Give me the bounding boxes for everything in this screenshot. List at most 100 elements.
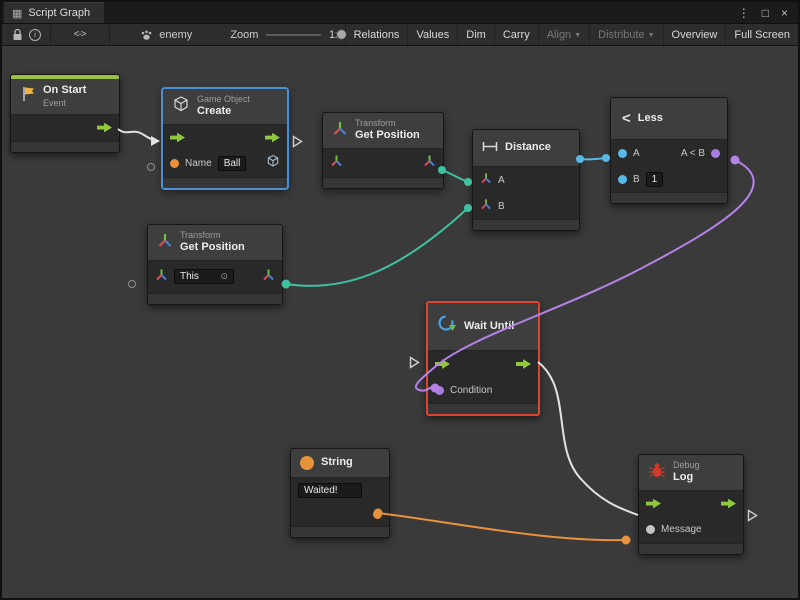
fit-view-icon[interactable]: <-> — [71, 25, 89, 45]
position-output-port[interactable] — [423, 154, 436, 172]
carry-button[interactable]: Carry — [494, 24, 538, 45]
graph-toolbar: i <-> enemy Zoom 1x Relations Values Dim… — [2, 24, 798, 46]
unconnected-value-port[interactable] — [128, 280, 136, 288]
zoom-slider[interactable] — [266, 25, 321, 45]
unconnected-flow-out[interactable] — [747, 509, 758, 527]
result-label: A < B — [681, 148, 705, 159]
flow-in-port[interactable] — [646, 498, 661, 509]
menu-icon[interactable]: ⋮ — [738, 6, 750, 20]
a-input-port[interactable] — [618, 149, 627, 158]
node-debug-log[interactable]: Debug Log Message — [638, 454, 744, 555]
node-get-position-2[interactable]: Transform Get Position This ⊙ — [147, 224, 283, 305]
maximize-icon[interactable]: □ — [762, 6, 769, 20]
node-footer — [639, 543, 743, 554]
zoom-slider-handle[interactable] — [336, 29, 347, 40]
bug-icon — [648, 461, 666, 484]
node-footer — [323, 177, 443, 188]
titlebar: ▦ Script Graph ⋮ □ × — [2, 2, 798, 24]
message-input-port[interactable] — [646, 525, 655, 534]
node-create[interactable]: Game Object Create Name Ball — [162, 88, 288, 189]
vector-b-input-port[interactable] — [480, 197, 492, 215]
values-button[interactable]: Values — [407, 24, 457, 45]
string-value-field[interactable]: Waited! — [298, 483, 362, 498]
wire-arrowhead — [151, 136, 160, 146]
relations-button[interactable]: Relations — [345, 24, 408, 45]
full-screen-button[interactable]: Full Screen — [725, 24, 798, 45]
name-value-field[interactable]: Ball — [218, 156, 247, 171]
graph-canvas[interactable]: On Start Event Game Object Create — [2, 46, 798, 598]
close-icon[interactable]: × — [781, 6, 788, 20]
node-footer — [11, 141, 119, 152]
tab-script-graph[interactable]: ▦ Script Graph — [4, 2, 104, 23]
flow-out-port[interactable] — [721, 498, 736, 509]
target-value-field[interactable]: This ⊙ — [174, 269, 234, 284]
gameobject-output-port[interactable] — [266, 154, 280, 173]
node-string[interactable]: String Waited! — [290, 448, 390, 538]
node-title: Less — [638, 112, 663, 126]
script-graph-icon: ▦ — [12, 7, 22, 20]
wire-distance-less — [580, 158, 606, 159]
condition-input-port[interactable] — [435, 386, 444, 395]
chevron-down-icon: ▼ — [648, 32, 655, 39]
b-value-field[interactable]: 1 — [646, 172, 664, 187]
node-footer — [473, 219, 579, 230]
toolbar-divider — [109, 27, 110, 43]
zoom-slider-track — [266, 34, 321, 36]
string-icon — [300, 456, 314, 470]
flow-in-port[interactable] — [435, 359, 450, 370]
flow-in-port[interactable] — [170, 132, 185, 143]
name-input-port[interactable] — [170, 159, 179, 168]
node-distance[interactable]: Distance A B — [472, 129, 580, 231]
position-output-port[interactable] — [262, 268, 275, 286]
align-button[interactable]: Align▼ — [538, 24, 589, 45]
paw-icon — [137, 25, 155, 45]
transform-axes-icon — [332, 120, 348, 141]
port-b-label: B — [498, 201, 505, 212]
wire-getpos1-distance-a — [442, 170, 468, 182]
script-graph-window: ▦ Script Graph ⋮ □ × i <-> enemy Zoom 1x… — [0, 0, 800, 600]
unconnected-value-port[interactable] — [147, 163, 155, 171]
port-b-label: B — [633, 174, 640, 185]
zoom-label: Zoom — [230, 29, 258, 41]
node-wait-until[interactable]: Wait Until Condition — [426, 301, 540, 416]
vector-a-input-port[interactable] — [480, 171, 492, 189]
flow-out-port[interactable] — [265, 132, 280, 143]
name-port-label: Name — [185, 158, 212, 169]
node-footer — [611, 192, 727, 203]
flow-out-port[interactable] — [516, 359, 531, 370]
overview-button[interactable]: Overview — [663, 24, 726, 45]
node-get-position-1[interactable]: Transform Get Position — [322, 112, 444, 189]
unconnected-flow-out[interactable] — [292, 135, 303, 153]
graph-target-name: enemy — [159, 29, 192, 41]
node-category: Debug — [673, 460, 700, 471]
node-subtitle: Event — [43, 98, 86, 109]
wire-onstart-create — [118, 129, 156, 141]
b-input-port[interactable] — [618, 175, 627, 184]
transform-input-port[interactable] — [155, 268, 168, 286]
transform-input-port[interactable] — [330, 154, 343, 172]
transform-axes-icon — [157, 232, 173, 253]
node-footer — [163, 177, 287, 188]
distribute-button[interactable]: Distribute▼ — [589, 24, 662, 45]
object-picker-icon[interactable]: ⊙ — [220, 271, 228, 282]
node-on-start[interactable]: On Start Event — [10, 74, 120, 153]
result-output-port[interactable] — [711, 149, 720, 158]
string-output-port[interactable] — [373, 510, 382, 519]
node-title: Wait Until — [464, 320, 514, 334]
node-title: Log — [673, 471, 700, 485]
unconnected-flow-in[interactable] — [409, 356, 420, 374]
node-title: Get Position — [355, 129, 420, 143]
dim-button[interactable]: Dim — [457, 24, 494, 45]
node-title: On Start — [43, 84, 86, 98]
flow-out-port[interactable] — [97, 122, 112, 133]
node-category: Transform — [355, 118, 420, 129]
port-a-label: A — [498, 175, 505, 186]
lock-icon[interactable] — [8, 25, 26, 45]
node-footer — [291, 526, 389, 537]
wire-waituntil-log — [538, 362, 638, 515]
info-icon[interactable]: i — [26, 25, 44, 45]
tab-title: Script Graph — [28, 7, 90, 19]
node-less[interactable]: < Less A A < B B 1 — [610, 97, 728, 204]
wait-clock-icon — [437, 314, 457, 339]
less-than-icon: < — [622, 111, 631, 126]
